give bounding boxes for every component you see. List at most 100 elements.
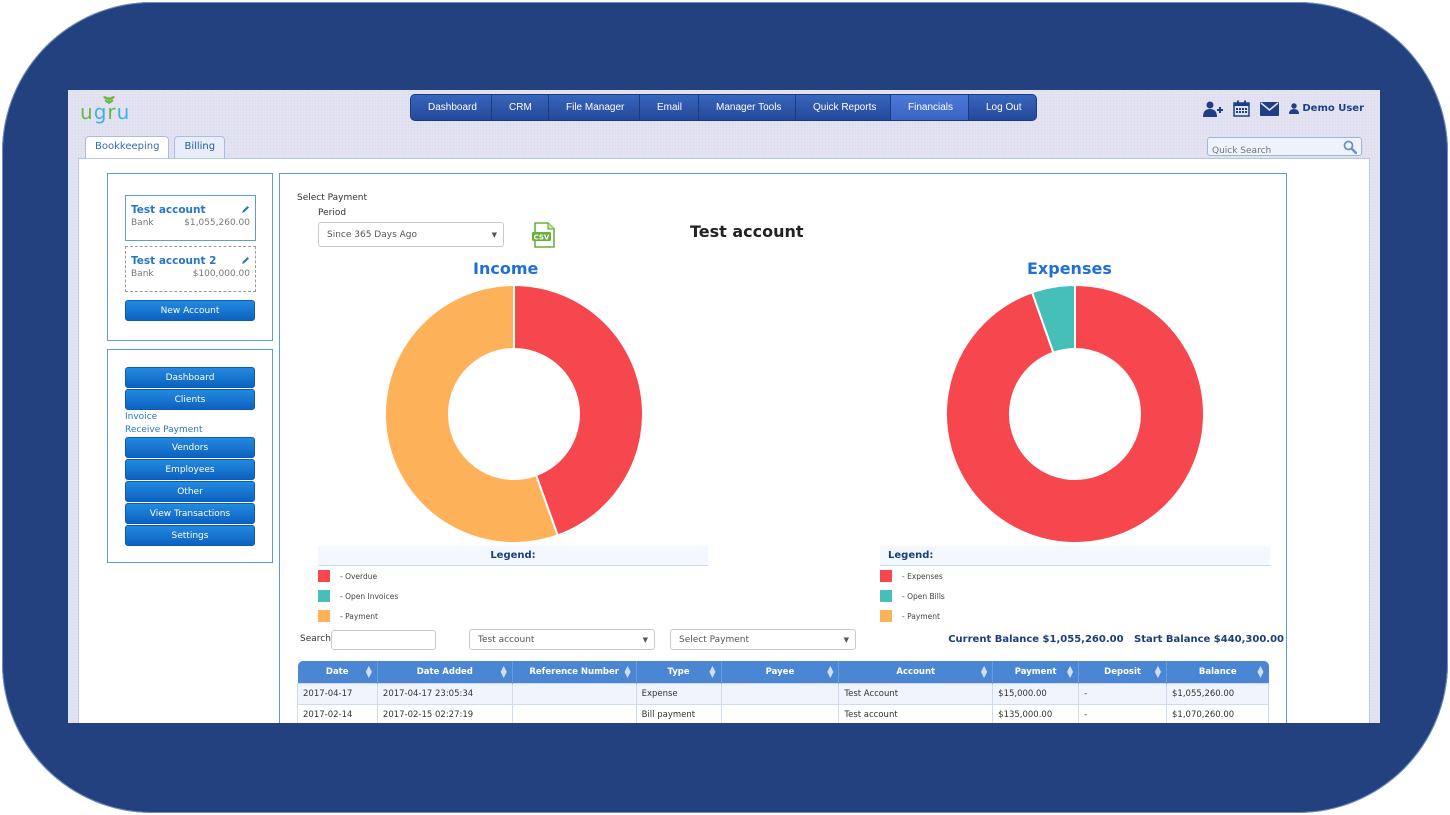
legend-label: - Payment [340,611,378,621]
legend-label: - Open Bills [902,591,945,601]
main-nav: Dashboard CRM File Manager Email Manager… [410,94,1037,121]
start-balance: Start Balance $440,300.00 [1134,634,1284,645]
account-type: Bank [131,269,154,279]
caret-down-icon: ▼ [642,636,648,644]
cell-date-added: 2017-02-15 02:27:19 [376,703,513,723]
column-label: Reference Number [529,666,619,677]
cell-deposit: - [1078,703,1168,723]
nav-crm[interactable]: CRM [492,95,549,120]
user-menu[interactable]: Demo User [1289,103,1364,114]
accounts-panel: Test account Bank $1,055,260.00 Test acco… [107,173,273,341]
account-balance: $100,000.00 [192,269,250,279]
edit-pencil-icon[interactable] [241,256,250,265]
payment-filter-select[interactable]: Select Payment ▼ [670,629,856,650]
transactions-search-input[interactable] [331,630,436,650]
nav-manager-tools[interactable]: Manager Tools [699,95,796,120]
cell-type: Bill payment [635,703,722,723]
nav-file-manager[interactable]: File Manager [549,95,640,120]
column-label: Account [896,666,936,677]
column-header-payee[interactable]: Payee ▲ ▼ [721,661,840,683]
sort-icon: ▲ ▼ [709,664,716,679]
cell-account: Test account [838,703,994,723]
caret-down-icon: ▼ [491,231,497,239]
income-donut-chart [384,284,644,544]
table-header-row: Date ▲ ▼ Date Added ▲ ▼ Reference Number ▲ ▼ T… [297,661,1269,683]
menu-clients-button[interactable]: Clients [125,389,255,410]
column-header-date-added[interactable]: Date Added ▲ ▼ [377,661,513,683]
legend-swatch [318,590,330,602]
edit-pencil-icon[interactable] [241,205,250,214]
cell-date: 2017-02-14 [297,703,378,723]
nav-quick-reports[interactable]: Quick Reports [796,95,891,120]
column-label: Balance [1198,666,1237,677]
new-account-button[interactable]: New Account [125,300,255,321]
menu-other-button[interactable]: Other [125,481,255,502]
csv-file-icon[interactable]: CSV [530,221,558,249]
legend-swatch [318,570,330,582]
nav-dashboard[interactable]: Dashboard [411,95,492,120]
account-card[interactable]: Test account 2 Bank $100,000.00 [125,246,256,292]
column-header-reference-number[interactable]: Reference Number ▲ ▼ [512,661,637,683]
nav-email[interactable]: Email [640,95,699,120]
sort-icon: ▲ ▼ [624,664,631,679]
app-screen: ugru Dashboard CRM File Manager Email Ma… [68,90,1380,723]
transactions-table: Date ▲ ▼ Date Added ▲ ▼ Reference Number ▲ ▼ T… [297,661,1269,723]
menu-vendors-button[interactable]: Vendors [125,437,255,458]
cell-reference-number [511,682,637,705]
income-legend: Legend: - Overdue - Open Invoices - Paym… [318,546,708,626]
menu-receive-payment-link[interactable]: Receive Payment [125,424,256,437]
column-header-payment[interactable]: Payment ▲ ▼ [992,661,1080,683]
ugru-logo[interactable]: ugru [80,96,136,126]
cell-deposit: - [1078,682,1168,705]
table-row[interactable]: 2017-04-17 2017-04-17 23:05:34 Expense T… [297,682,1269,705]
account-balance: $1,055,260.00 [184,218,250,228]
column-label: Date [325,666,349,677]
period-select[interactable]: Since 365 Days Ago ▼ [318,222,504,247]
cell-payment: $135,000.00 [992,703,1080,723]
user-name: Demo User [1302,103,1364,114]
menu-dashboard-button[interactable]: Dashboard [125,367,255,388]
cell-date-added: 2017-04-17 23:05:34 [376,682,513,705]
tab-bookkeeping[interactable]: Bookkeeping [85,136,170,160]
legend-item: - Payment [318,606,708,626]
tab-billing[interactable]: Billing [174,136,226,159]
column-label: Type [667,666,690,677]
quick-search [1207,137,1362,160]
column-header-date[interactable]: Date ▲ ▼ [297,661,378,683]
add-user-icon[interactable] [1203,101,1224,117]
expenses-chart-title: Expenses [1027,259,1112,278]
cell-balance: $1,070,260.00 [1166,703,1269,723]
nav-financials[interactable]: Financials [891,95,969,120]
cell-type: Expense [635,682,722,705]
table-row[interactable]: 2017-02-14 2017-02-15 02:27:19 Bill paym… [297,703,1269,723]
legend-label: - Open Invoices [340,591,399,601]
column-label: Deposit [1104,666,1141,677]
caret-down-icon: ▼ [843,636,849,644]
menu-settings-button[interactable]: Settings [125,525,255,546]
envelope-icon[interactable] [1260,101,1280,116]
menu-view-transactions-button[interactable]: View Transactions [125,503,255,524]
account-overview: Select Payment Period Since 365 Days Ago… [279,173,1287,723]
menu-invoice-link[interactable]: Invoice [125,411,256,424]
column-header-balance[interactable]: Balance ▲ ▼ [1166,661,1269,683]
account-filter-value: Test account [478,635,535,645]
cell-payee [720,703,840,723]
quick-search-input[interactable] [1208,142,1338,160]
sort-icon: ▲ ▼ [827,664,834,679]
search-icon[interactable] [1343,140,1357,154]
menu-employees-button[interactable]: Employees [125,459,255,480]
column-header-type[interactable]: Type ▲ ▼ [636,661,722,683]
column-header-deposit[interactable]: Deposit ▲ ▼ [1078,661,1168,683]
current-balance: Current Balance $1,055,260.00 [948,634,1124,645]
legend-item: - Expenses [880,566,1270,586]
nav-log-out[interactable]: Log Out [969,95,1036,120]
calendar-icon[interactable] [1233,100,1251,117]
column-header-account[interactable]: Account ▲ ▼ [838,661,994,683]
account-card[interactable]: Test account Bank $1,055,260.00 [125,195,256,241]
account-filter-select[interactable]: Test account ▼ [469,629,655,650]
income-chart-title: Income [473,259,539,278]
legend-title: Legend: [880,546,1270,566]
legend-swatch [880,610,892,622]
payment-filter-value: Select Payment [679,635,750,645]
expenses-legend: Legend: - Expenses - Open Bills - Paymen… [880,546,1270,626]
